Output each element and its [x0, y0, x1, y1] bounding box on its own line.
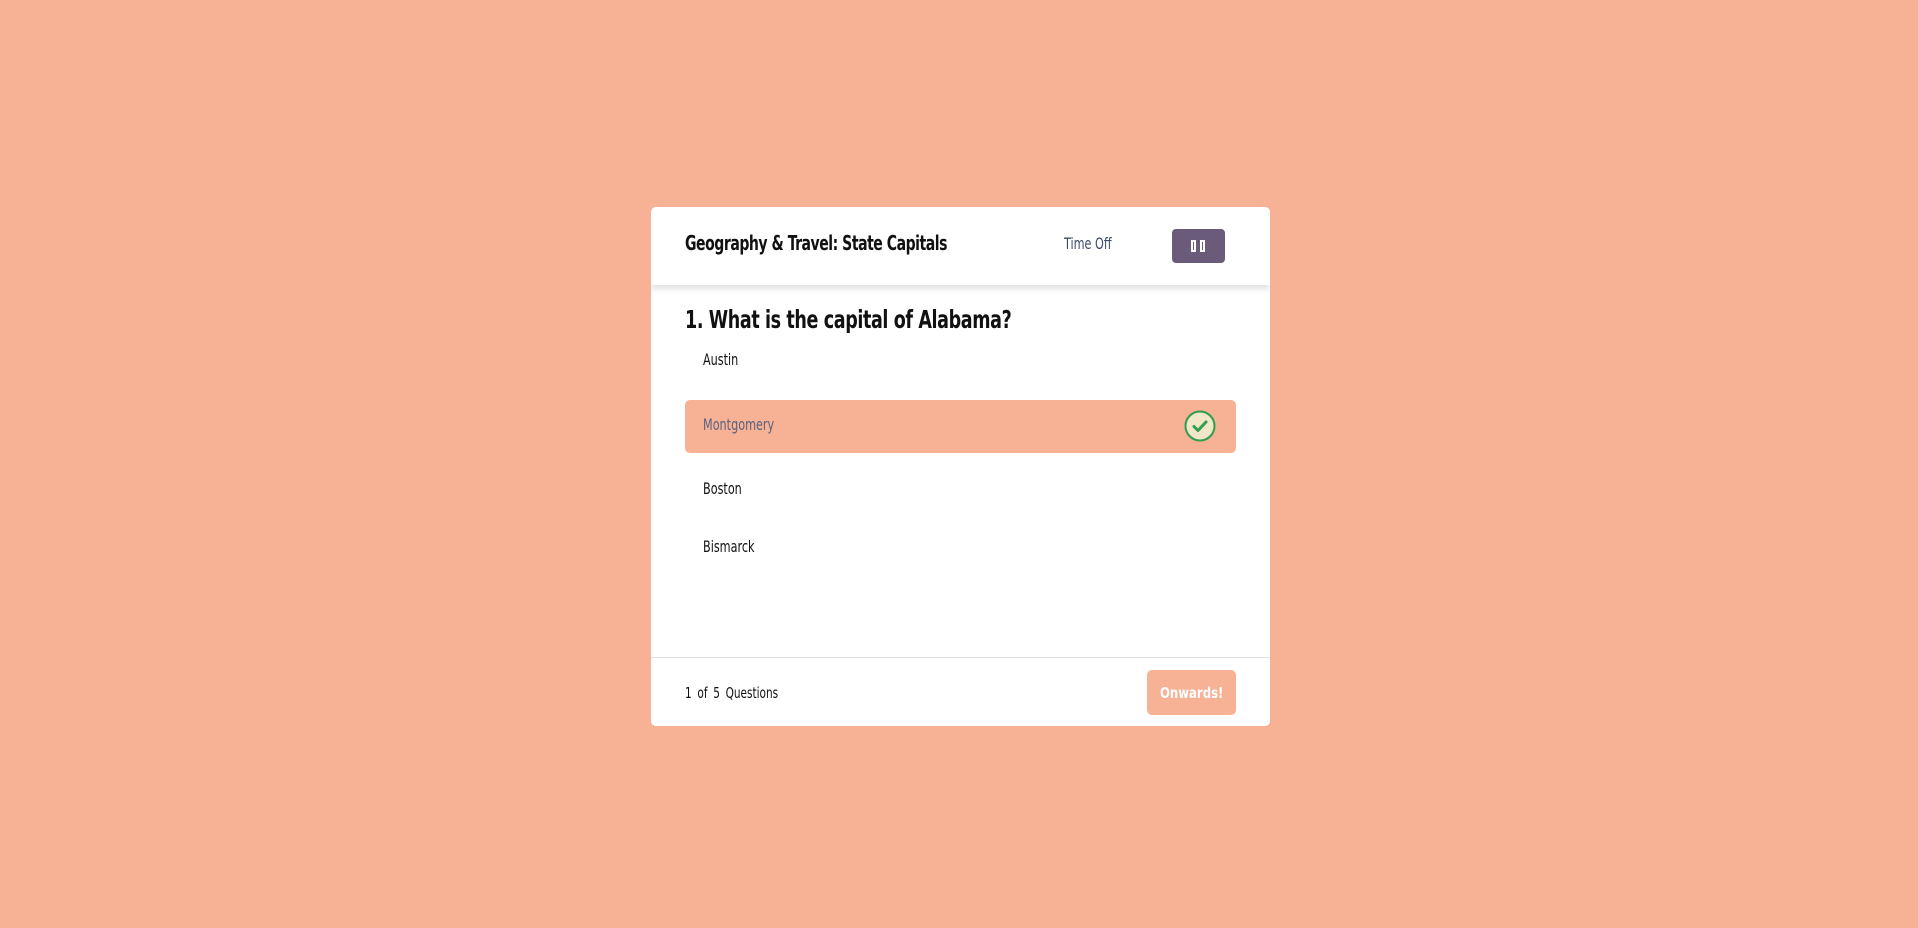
answer-option-label: Austin	[703, 350, 739, 369]
timer-label: Time Off	[1064, 234, 1112, 253]
next-question-button[interactable]: Onwards!	[1147, 670, 1236, 715]
check-circle-icon	[1184, 410, 1216, 442]
question-progress: 1 of 5 Questions	[685, 684, 779, 702]
question-area: 1. What is the capital of Alabama? Austi…	[651, 285, 1270, 665]
question-text: 1. What is the capital of Alabama?	[685, 305, 1012, 334]
answer-option[interactable]: Austin	[685, 335, 1236, 388]
next-button-label: Onwards!	[1159, 683, 1224, 702]
timer-toggle-button[interactable]	[1172, 229, 1225, 263]
answer-option[interactable]: Boston	[685, 464, 1236, 517]
quiz-footer: 1 of 5 Questions Onwards!	[651, 657, 1270, 726]
quiz-title: Geography & Travel: State Capitals	[685, 231, 947, 255]
answer-option-label: Boston	[703, 479, 742, 498]
quiz-card: Geography & Travel: State Capitals Time …	[651, 207, 1270, 726]
quiz-header: Geography & Travel: State Capitals Time …	[651, 207, 1270, 285]
answer-option-selected[interactable]: Montgomery	[685, 400, 1236, 453]
answer-option[interactable]: Bismarck	[685, 522, 1236, 575]
pause-icon	[1191, 240, 1207, 252]
answer-option-label: Montgomery	[703, 415, 775, 434]
answer-option-label: Bismarck	[703, 537, 755, 556]
